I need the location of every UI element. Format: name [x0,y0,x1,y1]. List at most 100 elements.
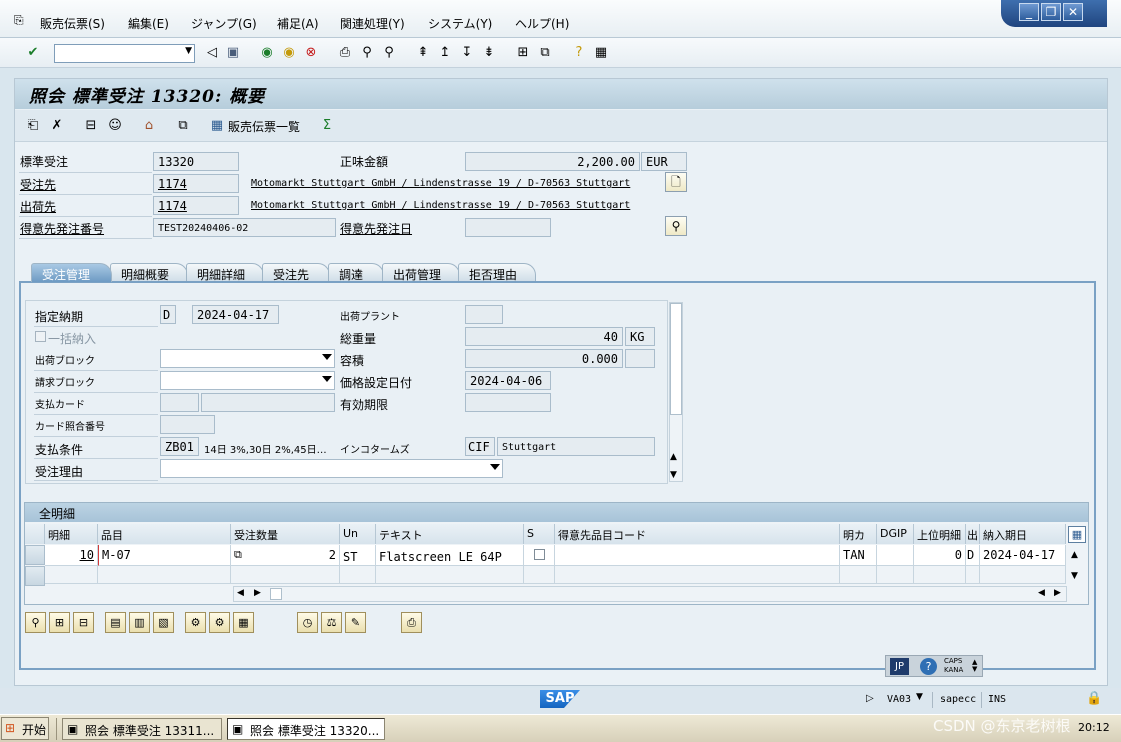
pricing-icon[interactable]: ⚖ [321,612,342,633]
complete-delivery-checkbox[interactable] [35,331,46,342]
menu-goto[interactable]: ジャンプ(G) [191,15,257,32]
column-header-material[interactable]: 品目 [98,524,231,544]
taskbar-window-1[interactable]: ▣ 照会 標準受注 13311... [62,718,222,740]
delivery-date-type-cell[interactable]: D [966,545,980,566]
ship-to-label[interactable]: 出荷先 [20,198,56,215]
order-reason-dropdown[interactable] [160,459,503,478]
taskbar-window-2[interactable]: ▣ 照会 標準受注 13320... [227,718,385,740]
card-number-field[interactable] [201,393,335,412]
batch-icon[interactable]: ▦ [233,612,254,633]
pricing-date-field[interactable]: 2024-04-06 [465,371,551,390]
column-header-higher-level[interactable]: 上位明細 [914,524,966,544]
sold-to-field[interactable]: 1174 [153,174,239,193]
scroll-left-end-icon[interactable]: ◀ [1038,588,1045,598]
customer-material-cell[interactable] [555,545,840,566]
req-date-field[interactable]: 2024-04-17 [192,305,279,324]
net-value-field[interactable]: 2,200.00 [465,152,640,171]
po-date-field[interactable] [465,218,551,237]
column-header-item[interactable]: 明細 [45,524,98,544]
currency-field[interactable]: EUR [641,152,687,171]
payment-terms-field[interactable]: ZB01 [160,437,199,456]
empty-cell[interactable] [376,566,524,584]
ime-lang-indicator[interactable]: JP [890,658,909,675]
scroll-thumb[interactable] [670,303,682,415]
empty-cell[interactable] [966,566,980,584]
delivery-block-dropdown[interactable] [160,349,335,368]
delete-row-icon[interactable]: ⊟ [73,612,94,633]
table-scroll-up-icon[interactable]: ▲ [1071,550,1078,560]
empty-cell[interactable] [877,566,914,584]
help-icon[interactable]: ? [570,44,588,62]
ime-options-icon[interactable]: ▲ ▼ [972,659,977,673]
menu-extras[interactable]: 補足(A) [277,15,319,32]
ime-help-icon[interactable]: ? [920,658,937,675]
first-page-icon[interactable]: ⇞ [414,44,432,62]
shortcut-icon[interactable]: ⧉ [536,44,554,62]
card-type-field[interactable] [160,393,199,412]
menu-environment[interactable]: 関連処理(Y) [340,15,405,32]
po-number-field[interactable]: TEST20240406-02 [153,218,336,237]
menu-system[interactable]: システム(Y) [428,15,492,32]
table-settings-icon[interactable]: ▦ [1068,526,1086,543]
column-header-s[interactable]: S [524,524,555,544]
print-icon[interactable]: ⎙ [336,44,354,62]
document-flow-icon[interactable]: ⧉ [174,117,192,135]
row-selector[interactable] [25,545,45,565]
incoterms-place-field[interactable]: Stuttgart [497,437,655,456]
insert-row-icon[interactable]: ⊞ [49,612,70,633]
menu-help[interactable]: ヘルプ(H) [515,15,569,32]
find-icon[interactable]: ⚲ [358,44,376,62]
select-block-icon[interactable]: ▥ [129,612,150,633]
empty-cell[interactable] [231,566,340,584]
start-button[interactable]: ⊞ 开始 [1,717,49,740]
availability-icon[interactable]: ◷ [297,612,318,633]
empty-cell[interactable] [524,566,555,584]
partner-icon[interactable]: ☺ [106,117,124,135]
exit-icon[interactable]: ◉ [280,44,298,62]
billing-block-dropdown[interactable] [160,371,335,390]
tab-shipping[interactable]: 出荷管理 [382,263,460,282]
deselect-all-icon[interactable]: ▧ [153,612,174,633]
item-category-cell[interactable]: TAN [840,545,877,566]
print-preview-icon[interactable]: ⎙ [401,612,422,633]
close-icon[interactable]: ✕ [1063,3,1083,21]
status-dropdown-icon[interactable]: ▼ [916,692,923,702]
doc-list-label[interactable]: 販売伝票一覧 [228,118,300,135]
s-cell[interactable] [524,545,555,566]
weight-unit-field[interactable]: KG [625,327,655,346]
po-number-label[interactable]: 得意先発注番号 [20,220,104,237]
s-checkbox[interactable] [534,549,545,560]
menu-edit[interactable]: 編集(E) [128,15,169,32]
copy-icon[interactable]: ⧉ [234,548,242,562]
row-selector[interactable] [25,566,45,586]
last-page-icon[interactable]: ⇟ [480,44,498,62]
select-all-icon[interactable]: ▤ [105,612,126,633]
quantity-cell[interactable]: 2 [231,545,340,566]
scroll-left-icon[interactable]: ◀ [237,588,244,598]
schedule-lines-icon[interactable]: ⚙ [185,612,206,633]
higher-level-cell[interactable]: 0 [914,545,966,566]
column-header-text[interactable]: テキスト [376,524,524,544]
column-header-delivery[interactable]: 出 [966,524,980,544]
ship-to-address[interactable]: Motomarkt Stuttgart GmbH / Lindenstrasse… [251,200,630,211]
table-scroll-down-icon[interactable]: ▼ [1071,571,1078,581]
req-date-type-field[interactable]: D [160,305,176,324]
document-icon[interactable]: 🗋 [665,172,687,192]
home-icon[interactable]: ⌂ [140,117,158,135]
tab-sales[interactable]: 受注管理 [31,263,112,282]
cancel-icon[interactable]: ⊗ [302,44,320,62]
back-arrow-icon[interactable]: ◁ [203,44,221,62]
next-page-icon[interactable]: ↧ [458,44,476,62]
volume-field[interactable]: 0.000 [465,349,623,368]
valid-to-field[interactable] [465,393,551,412]
empty-cell[interactable] [98,566,231,584]
sum-icon[interactable]: Σ [318,117,336,135]
new-session-icon[interactable]: ⊞ [514,44,532,62]
card-verification-field[interactable] [160,415,215,434]
weight-field[interactable]: 40 [465,327,623,346]
sold-to-address[interactable]: Motomarkt Stuttgart GmbH / Lindenstrasse… [251,178,630,189]
restore-icon[interactable]: ❐ [1041,3,1061,21]
find-next-icon[interactable]: ⚲ [380,44,398,62]
command-field[interactable]: ▼ [54,44,195,63]
status-toggle-icon[interactable]: ▷ [866,693,874,704]
